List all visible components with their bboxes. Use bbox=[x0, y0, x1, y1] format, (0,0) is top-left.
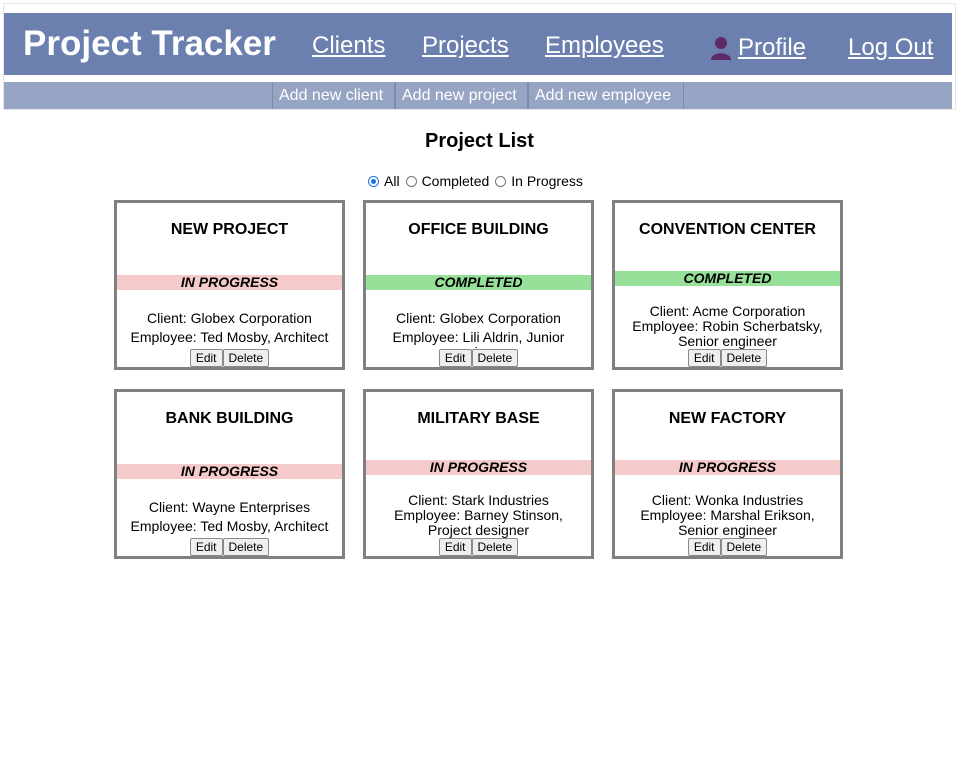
project-client: Client: Globex Corporation bbox=[147, 310, 312, 326]
project-employee: Employee: Marshal Erikson, Senior engine… bbox=[640, 507, 815, 538]
nav-clients-link[interactable]: Clients bbox=[312, 32, 385, 60]
project-name: BANK BUILDING bbox=[165, 410, 294, 427]
project-card: BANK BUILDING IN PROGRESS Client: Wayne … bbox=[114, 389, 345, 559]
delete-button[interactable]: Delete bbox=[720, 349, 768, 367]
card-actions: Edit Delete bbox=[366, 349, 591, 367]
status-badge: IN PROGRESS bbox=[615, 460, 840, 475]
project-details: Client: Globex Corporation Employee: Ted… bbox=[117, 311, 342, 349]
card-actions: Edit Delete bbox=[615, 538, 840, 556]
project-card: OFFICE BUILDING COMPLETED Client: Globex… bbox=[363, 200, 594, 370]
edit-button[interactable]: Edit bbox=[189, 538, 223, 556]
delete-button[interactable]: Delete bbox=[471, 538, 519, 556]
project-card: NEW FACTORY IN PROGRESS Client: Wonka In… bbox=[612, 389, 843, 559]
project-details: Client: Wonka Industries Employee: Marsh… bbox=[615, 493, 840, 538]
filter-all-radio[interactable] bbox=[368, 175, 379, 187]
filter-all-label: All bbox=[384, 173, 400, 189]
status-badge: COMPLETED bbox=[366, 275, 591, 290]
status-badge: IN PROGRESS bbox=[366, 460, 591, 475]
nav-employees-link[interactable]: Employees bbox=[545, 32, 664, 60]
page-title: Project List bbox=[425, 130, 534, 152]
status-badge: IN PROGRESS bbox=[117, 275, 342, 290]
brand-title: Project Tracker bbox=[23, 24, 276, 63]
delete-button[interactable]: Delete bbox=[222, 538, 270, 556]
project-client: Client: Wayne Enterprises bbox=[148, 499, 311, 515]
add-project-button[interactable]: Add new project bbox=[395, 82, 528, 109]
card-actions: Edit Delete bbox=[117, 538, 342, 556]
project-employee: Employee: Ted Mosby, Architect bbox=[130, 518, 329, 534]
card-actions: Edit Delete bbox=[615, 349, 840, 367]
edit-button[interactable]: Edit bbox=[438, 349, 472, 367]
filter-in-progress-radio[interactable] bbox=[495, 175, 507, 187]
project-name: NEW PROJECT bbox=[170, 221, 289, 238]
filter-in-progress-label: In Progress bbox=[511, 173, 583, 189]
delete-button[interactable]: Delete bbox=[471, 349, 519, 367]
project-details: Client: Stark Industries Employee: Barne… bbox=[366, 493, 591, 538]
user-icon bbox=[711, 37, 731, 60]
project-employee: Employee: Barney Stinson, Project design… bbox=[394, 507, 563, 538]
filter-completed-radio[interactable] bbox=[405, 175, 417, 187]
card-actions: Edit Delete bbox=[117, 349, 342, 367]
project-client: Client: Acme Corporation bbox=[649, 303, 806, 319]
project-name: NEW FACTORY bbox=[668, 410, 787, 427]
delete-button[interactable]: Delete bbox=[720, 538, 768, 556]
sub-navigation: Add new client Add new project Add new e… bbox=[4, 82, 952, 109]
add-client-button[interactable]: Add new client bbox=[272, 82, 395, 109]
edit-button[interactable]: Edit bbox=[687, 538, 721, 556]
project-card: MILITARY BASE IN PROGRESS Client: Stark … bbox=[363, 389, 594, 559]
filter-completed-label: Completed bbox=[421, 173, 490, 189]
nav-logout-link[interactable]: Log Out bbox=[848, 34, 933, 62]
project-client: Client: Globex Corporation bbox=[396, 310, 561, 326]
nav-profile-label: Profile bbox=[738, 34, 807, 61]
edit-button[interactable]: Edit bbox=[438, 538, 472, 556]
project-name: OFFICE BUILDING bbox=[408, 221, 549, 238]
nav-projects-link[interactable]: Projects bbox=[422, 32, 509, 60]
edit-button[interactable]: Edit bbox=[189, 349, 223, 367]
nav-profile-link[interactable]: Profile bbox=[710, 34, 806, 62]
project-name: MILITARY BASE bbox=[417, 410, 540, 427]
status-badge: COMPLETED bbox=[615, 271, 840, 286]
project-name: CONVENTION CENTER bbox=[639, 221, 816, 238]
project-details: Client: Wayne Enterprises Employee: Ted … bbox=[117, 500, 342, 538]
project-card: CONVENTION CENTER COMPLETED Client: Acme… bbox=[612, 200, 843, 370]
edit-button[interactable]: Edit bbox=[687, 349, 721, 367]
add-employee-button[interactable]: Add new employee bbox=[528, 82, 684, 109]
project-client: Client: Stark Industries bbox=[408, 492, 549, 508]
project-employee: Employee: Robin Scherbatsky, Senior engi… bbox=[632, 318, 823, 349]
status-badge: IN PROGRESS bbox=[117, 464, 342, 479]
delete-button[interactable]: Delete bbox=[222, 349, 270, 367]
status-filter: All Completed In Progress bbox=[368, 173, 589, 189]
project-client: Client: Wonka Industries bbox=[651, 492, 804, 508]
project-card: NEW PROJECT IN PROGRESS Client: Globex C… bbox=[114, 200, 345, 370]
header-bar: Project Tracker Clients Projects Employe… bbox=[4, 13, 952, 75]
project-employee: Employee: Ted Mosby, Architect bbox=[130, 329, 329, 345]
card-actions: Edit Delete bbox=[366, 538, 591, 556]
project-details: Client: Acme Corporation Employee: Robin… bbox=[615, 304, 840, 349]
